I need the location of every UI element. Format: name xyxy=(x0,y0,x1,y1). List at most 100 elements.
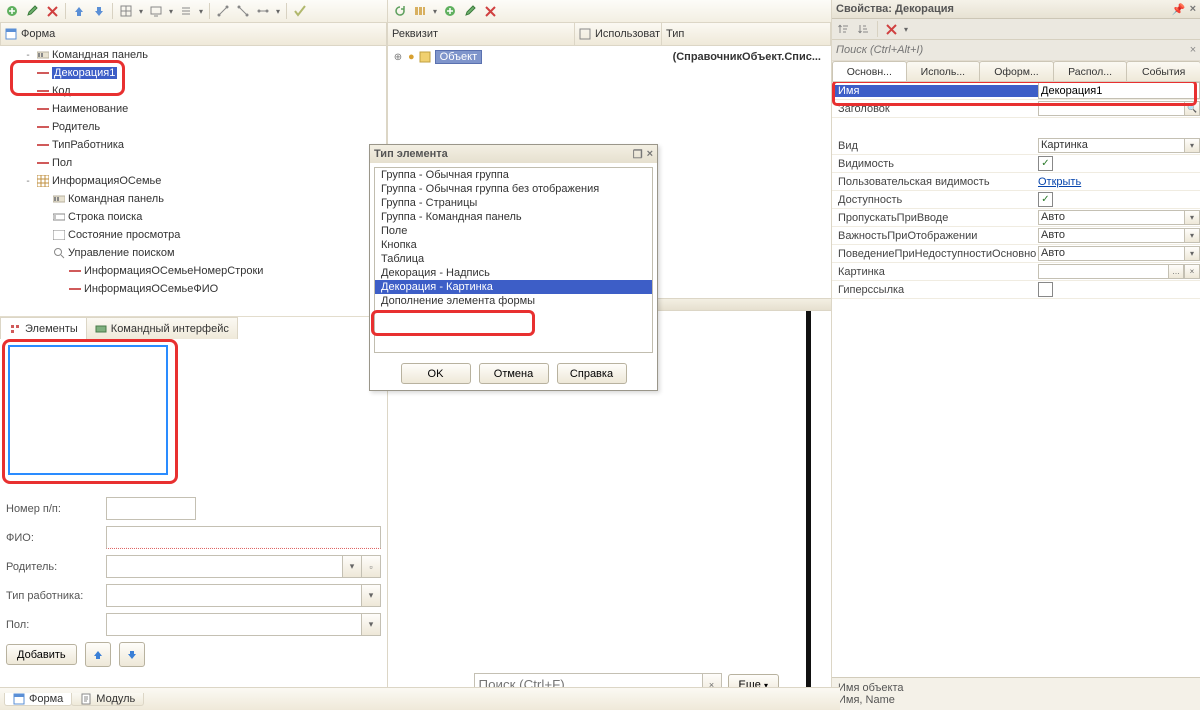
ptab-layout[interactable]: Распол... xyxy=(1053,61,1128,81)
image-placeholder[interactable] xyxy=(8,345,168,475)
type-option[interactable]: Декорация - Картинка xyxy=(375,280,652,294)
input-num[interactable] xyxy=(106,497,196,520)
parent-open-icon[interactable]: ▫ xyxy=(362,555,381,578)
type-option[interactable]: Группа - Командная панель xyxy=(375,210,652,224)
type-option[interactable]: Таблица xyxy=(375,252,652,266)
tree-item[interactable]: Командная панель xyxy=(0,190,386,208)
grid-icon[interactable] xyxy=(117,2,135,20)
tree-item[interactable]: Код xyxy=(0,82,386,100)
input-type[interactable] xyxy=(106,584,361,607)
tree-item[interactable]: ТипРаботника xyxy=(0,136,386,154)
tree-item[interactable]: Наименование xyxy=(0,100,386,118)
input-pol[interactable] xyxy=(106,613,361,636)
prop-link[interactable]: Гиперссылка xyxy=(832,281,1200,299)
type-option[interactable]: Поле xyxy=(375,224,652,238)
ptab-events[interactable]: События xyxy=(1126,61,1200,81)
list-icon[interactable] xyxy=(177,2,195,20)
tab-form[interactable]: Форма xyxy=(4,693,72,706)
refresh-icon[interactable] xyxy=(391,2,409,20)
props-search-clear[interactable]: × xyxy=(1186,44,1200,56)
delete-icon[interactable] xyxy=(43,2,61,20)
prop-pic[interactable]: Картинка…× xyxy=(832,263,1200,281)
line1-icon[interactable] xyxy=(214,2,232,20)
type-option[interactable]: Декорация - Надпись xyxy=(375,266,652,280)
pic-x-icon[interactable]: × xyxy=(1184,264,1200,279)
tree-item[interactable]: Пол xyxy=(0,154,386,172)
cancel-button[interactable]: Отмена xyxy=(479,363,549,384)
props-search-input[interactable] xyxy=(832,41,1186,59)
avail-checkbox[interactable]: ✓ xyxy=(1038,192,1053,207)
expand-icon[interactable]: ⊕ xyxy=(392,52,404,63)
tree-item[interactable]: Строка поиска xyxy=(0,208,386,226)
pin-icon[interactable]: 📌 xyxy=(1172,3,1186,16)
line2-icon[interactable] xyxy=(234,2,252,20)
dlg-restore-icon[interactable]: ❐ xyxy=(633,148,643,161)
del2-icon[interactable] xyxy=(481,2,499,20)
prop-uvis[interactable]: Пользовательская видимостьОткрыть xyxy=(832,173,1200,191)
ok-button[interactable]: OK xyxy=(401,363,471,384)
tree-item[interactable]: ИнформацияОСемьеФИО xyxy=(0,280,386,298)
ptab-main[interactable]: Основн... xyxy=(832,61,907,81)
monitor-icon[interactable] xyxy=(147,2,165,20)
sort2-icon[interactable] xyxy=(855,20,873,38)
type-option[interactable]: Группа - Обычная группа xyxy=(375,168,652,182)
prop-name-input[interactable] xyxy=(1038,82,1200,99)
kind-dd-icon[interactable]: ▾ xyxy=(1184,138,1200,153)
link-checkbox[interactable] xyxy=(1038,282,1053,297)
edit-icon[interactable] xyxy=(23,2,41,20)
edit2-icon[interactable] xyxy=(461,2,479,20)
type-list[interactable]: Группа - Обычная группаГруппа - Обычная … xyxy=(374,167,653,353)
ptab-use[interactable]: Исполь... xyxy=(906,61,981,81)
type-option[interactable]: Дополнение элемента формы xyxy=(375,294,652,308)
pic-dots-icon[interactable]: … xyxy=(1168,264,1184,279)
tree-item[interactable]: -ИнформацияОСемье xyxy=(0,172,386,190)
row-down-button[interactable] xyxy=(119,642,145,667)
prop-avail[interactable]: Доступность✓ xyxy=(832,191,1200,209)
type-option[interactable]: Группа - Страницы xyxy=(375,196,652,210)
tree-item[interactable]: ИнформацияОСемьеНомерСтроки xyxy=(0,262,386,280)
close-icon[interactable]: × xyxy=(1190,3,1196,15)
prop-name[interactable]: Имя xyxy=(832,82,1200,100)
cols-icon[interactable] xyxy=(411,2,429,20)
prop-imp[interactable]: ВажностьПриОтображенииАвто▾ xyxy=(832,227,1200,245)
line3-icon[interactable] xyxy=(254,2,272,20)
row-up-button[interactable] xyxy=(85,642,111,667)
type-dd-icon[interactable]: ▾ xyxy=(361,584,381,607)
tab-cmd-interface[interactable]: Командный интерфейс xyxy=(86,317,238,339)
tree-item[interactable]: Родитель xyxy=(0,118,386,136)
vis-checkbox[interactable]: ✓ xyxy=(1038,156,1053,171)
up-icon[interactable] xyxy=(70,2,88,20)
title-open-icon[interactable]: 🔍 xyxy=(1184,101,1200,116)
prop-title[interactable]: Заголовок🔍 xyxy=(832,100,1200,118)
type-option[interactable]: Группа - Обычная группа без отображения xyxy=(375,182,652,196)
ptab-format[interactable]: Оформ... xyxy=(979,61,1054,81)
type-option[interactable]: Кнопка xyxy=(375,238,652,252)
uvis-link[interactable]: Открыть xyxy=(1038,176,1081,188)
dropdown-icon[interactable]: ▾ xyxy=(137,2,145,20)
sort1-icon[interactable] xyxy=(835,20,853,38)
tree-item[interactable]: Декорация1 xyxy=(0,64,386,82)
help-button[interactable]: Справка xyxy=(557,363,627,384)
dlg-close-icon[interactable]: × xyxy=(647,148,653,160)
input-parent[interactable] xyxy=(106,555,342,578)
tree-item[interactable]: Состояние просмотра xyxy=(0,226,386,244)
add2-icon[interactable] xyxy=(441,2,459,20)
del3-icon[interactable] xyxy=(882,20,900,38)
tree-item[interactable]: Управление поиском xyxy=(0,244,386,262)
object-row[interactable]: ⊕ ● Объект (СправочникОбъект.Спис... xyxy=(388,46,831,68)
prop-skip[interactable]: ПропускатьПриВводеАвто▾ xyxy=(832,209,1200,227)
pol-dd-icon[interactable]: ▾ xyxy=(361,613,381,636)
tab-module[interactable]: Модуль xyxy=(71,693,144,706)
add-button[interactable]: Добавить xyxy=(6,644,77,665)
down-icon[interactable] xyxy=(90,2,108,20)
form-tree[interactable]: -Командная панельДекорация1КодНаименован… xyxy=(0,46,387,316)
parent-dd-icon[interactable]: ▾ xyxy=(342,555,362,578)
input-fio[interactable] xyxy=(106,526,381,549)
prop-vis[interactable]: Видимость✓ xyxy=(832,155,1200,173)
check-icon[interactable] xyxy=(291,2,309,20)
tree-item[interactable]: -Командная панель xyxy=(0,46,386,64)
add-icon[interactable] xyxy=(3,2,21,20)
tab-elements[interactable]: Элементы xyxy=(0,317,87,339)
prop-beh[interactable]: ПоведениеПриНедоступностиОсновноАвто▾ xyxy=(832,245,1200,263)
prop-kind[interactable]: ВидКартинка▾ xyxy=(832,137,1200,155)
